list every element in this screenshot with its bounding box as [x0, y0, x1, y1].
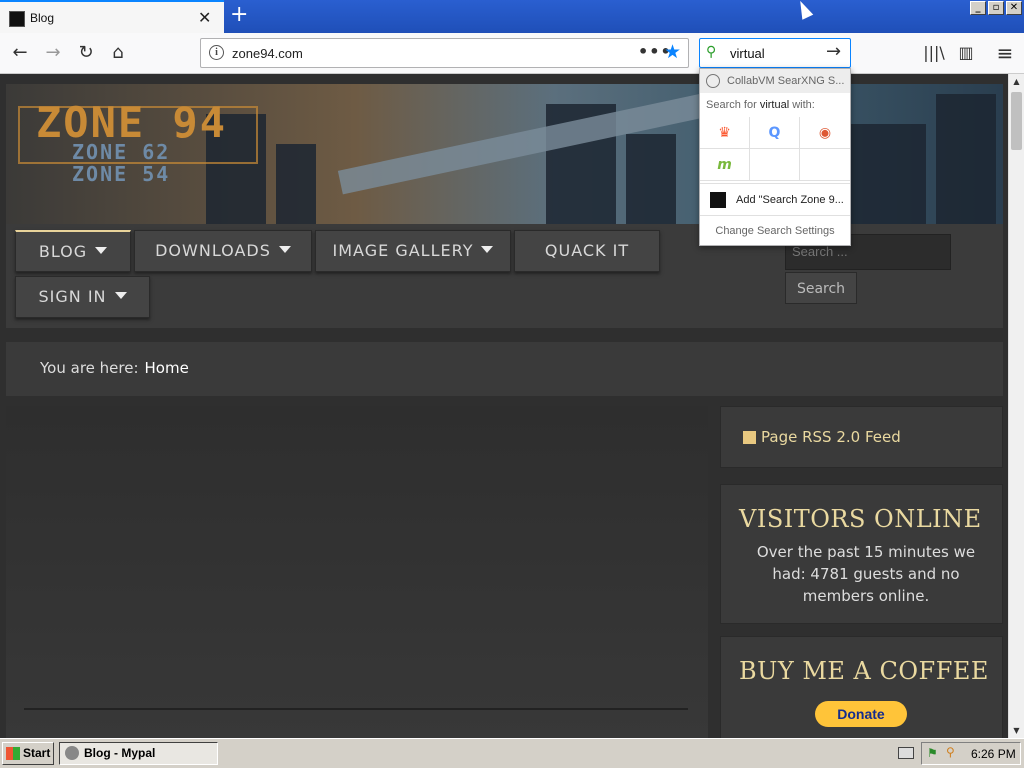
chevron-down-icon — [481, 246, 494, 253]
banner-building — [276, 144, 316, 224]
main-menu: BLOG DOWNLOADS IMAGE GALLERY QUACK IT SI… — [6, 224, 1003, 328]
minimize-button[interactable]: _ — [970, 1, 986, 15]
chevron-down-icon — [95, 247, 108, 254]
duckduckgo-icon[interactable]: ◉ — [800, 117, 850, 149]
tab-title: Blog — [30, 11, 55, 25]
scroll-up-icon[interactable]: ▲ — [1009, 74, 1024, 89]
start-button[interactable]: Start — [2, 742, 54, 765]
logo-subtitle: ZONE 54 — [72, 162, 171, 186]
close-window-button[interactable]: ✕ — [1006, 1, 1022, 15]
menu-item-blog[interactable]: BLOG — [15, 230, 131, 272]
visitors-text: Over the past 15 minutes we had: 4781 gu… — [756, 543, 976, 605]
scroll-thumb[interactable] — [1011, 92, 1022, 150]
new-tab-button[interactable]: + — [230, 2, 248, 27]
add-engine-label: Add "Search Zone 9... — [736, 194, 844, 206]
bookmark-star-icon[interactable]: ★ — [664, 41, 681, 63]
visitors-widget: VISITORS ONLINE Over the past 15 minutes… — [720, 484, 1003, 624]
banner-building — [846, 124, 926, 224]
back-button[interactable]: ← — [8, 41, 32, 65]
tab-blog[interactable]: Blog ✕ — [0, 0, 224, 33]
menu-label: BLOG — [38, 242, 88, 261]
mouse-cursor-icon — [794, 0, 814, 20]
maximize-button[interactable]: ▫ — [988, 1, 1004, 15]
address-bar[interactable]: i zone94.com ••• ★ — [200, 38, 689, 68]
rss-icon — [743, 431, 756, 444]
menu-button[interactable]: ≡ — [993, 41, 1017, 65]
url-text[interactable]: zone94.com — [232, 46, 303, 61]
taskbar: Start Blog - Mypal ⚑ ⚲ 6:26 PM — [0, 738, 1024, 768]
navigation-toolbar: ← → ↻ ⌂ i zone94.com ••• ★ ⚲ → |||\ ▥ ≡ — [0, 33, 1024, 74]
breadcrumb-prefix: You are here: — [40, 359, 139, 377]
forward-button[interactable]: → — [41, 41, 65, 65]
breadcrumb-home[interactable]: Home — [145, 359, 189, 377]
search-engine-icon[interactable]: ⚲ — [706, 44, 716, 60]
site-favicon-icon — [9, 11, 25, 27]
search-for-term: virtual — [759, 99, 790, 111]
menu-label: QUACK IT — [544, 241, 630, 260]
breadcrumb: You are here: Home — [6, 342, 1003, 396]
divider — [24, 708, 688, 710]
menu-label: IMAGE GALLERY — [332, 241, 474, 260]
empty-engine-slot — [750, 149, 800, 181]
web-page: ZONE 94 ZONE 62 ZONE 54 BLOG DOWNLOADS I… — [0, 74, 1008, 738]
menu-item-quack-it[interactable]: QUACK IT — [514, 230, 660, 272]
chevron-down-icon — [114, 292, 127, 299]
menu-label: SIGN IN — [38, 287, 107, 306]
library-button[interactable]: |||\ — [922, 41, 946, 65]
system-tray: ⚑ ⚲ 6:26 PM — [921, 742, 1021, 765]
start-label: Start — [23, 746, 51, 760]
site-banner: ZONE 94 ZONE 62 ZONE 54 — [6, 84, 1003, 224]
coffee-widget: BUY ME A COFFEE Donate — [720, 636, 1003, 738]
taskbar-item-label: Blog - Mypal — [84, 746, 156, 760]
menu-item-image-gallery[interactable]: IMAGE GALLERY — [315, 230, 511, 272]
taskbar-item-mypal[interactable]: Blog - Mypal — [59, 742, 218, 765]
network-icon[interactable]: ⚑ — [927, 746, 938, 760]
search-for-suffix: with: — [789, 99, 815, 111]
menu-item-sign-in[interactable]: SIGN IN — [15, 276, 150, 318]
change-search-settings[interactable]: Change Search Settings — [700, 215, 850, 245]
search-bar[interactable]: ⚲ → — [699, 38, 851, 68]
visitors-title: VISITORS ONLINE — [739, 505, 982, 533]
site-info-icon[interactable]: i — [209, 45, 224, 60]
clock[interactable]: 6:26 PM — [971, 747, 1016, 761]
search-input[interactable] — [730, 44, 820, 62]
tab-strip: Blog ✕ + _ ▫ ✕ — [0, 0, 1024, 33]
current-engine-name: CollabVM SearXNG S... — [727, 75, 845, 87]
search-for-label: Search for virtual with: — [706, 99, 815, 111]
search-tray-icon[interactable]: ⚲ — [946, 745, 955, 759]
mojeek-icon[interactable]: m — [700, 149, 750, 181]
home-button[interactable]: ⌂ — [106, 41, 130, 65]
vertical-scrollbar[interactable]: ▲ ▼ — [1008, 74, 1024, 738]
windows-logo-icon — [6, 747, 20, 760]
close-tab-icon[interactable]: ✕ — [198, 8, 211, 27]
add-engine-icon — [710, 192, 726, 208]
site-search-button[interactable]: Search — [785, 272, 857, 304]
main-content — [6, 406, 708, 738]
empty-engine-slot — [800, 149, 850, 181]
current-engine-row[interactable]: CollabVM SearXNG S... — [700, 69, 850, 93]
brave-icon[interactable]: ♛ — [700, 117, 750, 149]
qwant-icon[interactable]: Q — [750, 117, 800, 149]
search-suggestions-popup: CollabVM SearXNG S... Search for virtual… — [699, 68, 851, 246]
banner-building — [626, 134, 676, 224]
chevron-down-icon — [278, 246, 291, 253]
rss-link[interactable]: Page RSS 2.0 Feed — [761, 428, 901, 446]
sidebar-button[interactable]: ▥ — [954, 41, 978, 65]
globe-icon — [706, 74, 720, 88]
menu-label: DOWNLOADS — [155, 241, 271, 260]
scroll-down-icon[interactable]: ▼ — [1009, 723, 1024, 738]
add-search-engine-row[interactable]: Add "Search Zone 9... — [700, 183, 850, 215]
window-controls: _ ▫ ✕ — [970, 1, 1022, 15]
donate-button[interactable]: Donate — [815, 701, 907, 727]
keyboard-icon[interactable] — [898, 747, 914, 759]
reload-button[interactable]: ↻ — [74, 41, 98, 65]
menu-item-downloads[interactable]: DOWNLOADS — [134, 230, 312, 272]
search-for-prefix: Search for — [706, 99, 760, 111]
coffee-title: BUY ME A COFFEE — [739, 657, 989, 685]
mypal-icon — [65, 746, 79, 760]
logo-subtitle: ZONE 62 — [72, 140, 171, 164]
search-go-button[interactable]: → — [826, 41, 841, 62]
rss-widget: Page RSS 2.0 Feed — [720, 406, 1003, 468]
banner-building — [936, 94, 996, 224]
